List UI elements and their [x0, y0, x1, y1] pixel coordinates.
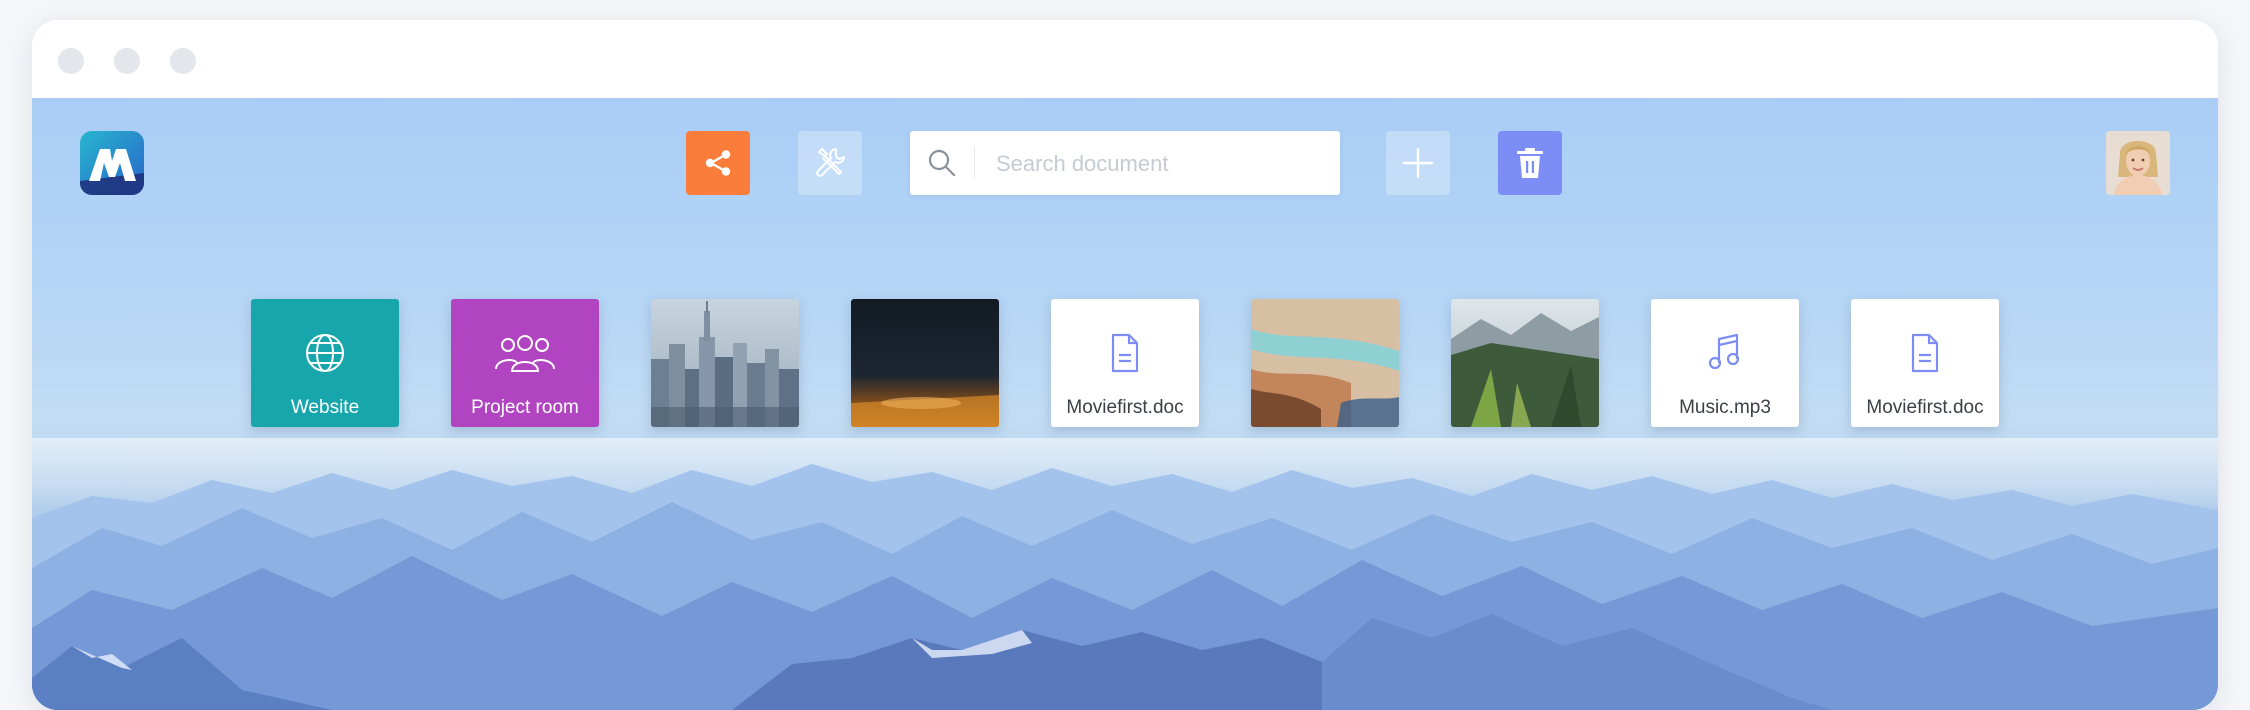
window-control-maximize[interactable] [170, 48, 196, 74]
app-logo[interactable] [80, 131, 144, 195]
tile-document[interactable]: Moviefirst.doc [1851, 299, 1999, 427]
tools-button[interactable] [798, 131, 862, 195]
tile-label: Music.mp3 [1679, 397, 1771, 418]
tile-image-forest[interactable] [1451, 299, 1599, 427]
tile-website[interactable]: Website [251, 299, 399, 427]
share-icon [705, 150, 731, 176]
night-horizon-image [851, 299, 999, 427]
share-button[interactable] [686, 131, 750, 195]
avatar-photo [2106, 131, 2170, 195]
trash-button[interactable] [1498, 131, 1562, 195]
app-logo-m-icon [80, 149, 144, 195]
document-icon [1111, 333, 1139, 373]
plus-icon [1402, 147, 1434, 179]
tile-audio[interactable]: Music.mp3 [1651, 299, 1799, 427]
user-avatar[interactable] [2106, 131, 2170, 195]
tile-image-river[interactable] [1251, 299, 1399, 427]
trash-icon [1517, 148, 1543, 178]
tile-label: Project room [471, 397, 579, 418]
add-button[interactable] [1386, 131, 1450, 195]
city-skyline-image [651, 299, 799, 427]
window-titlebar [32, 20, 2218, 98]
search-bar[interactable] [910, 131, 1340, 197]
forest-valley-image [1451, 299, 1599, 427]
desktop-area: Website Project room [32, 98, 2218, 710]
window-control-close[interactable] [58, 48, 84, 74]
document-icon [1911, 333, 1939, 373]
search-divider [974, 147, 975, 179]
search-icon [928, 149, 956, 177]
aerial-river-image [1251, 299, 1399, 427]
tile-label: Moviefirst.doc [1866, 397, 1984, 418]
window-control-minimize[interactable] [114, 48, 140, 74]
tile-image-night[interactable] [851, 299, 999, 427]
tools-icon [816, 148, 845, 177]
music-icon [1708, 333, 1740, 370]
tile-label: Website [290, 397, 360, 418]
tile-label: Moviefirst.doc [1066, 397, 1184, 418]
tile-image-city[interactable] [651, 299, 799, 427]
browser-window: Website Project room [32, 20, 2218, 710]
globe-icon [306, 334, 344, 372]
search-input[interactable] [994, 131, 1328, 197]
tile-document[interactable]: Moviefirst.doc [1051, 299, 1199, 427]
users-icon [495, 335, 555, 372]
tile-project-room[interactable]: Project room [451, 299, 599, 427]
